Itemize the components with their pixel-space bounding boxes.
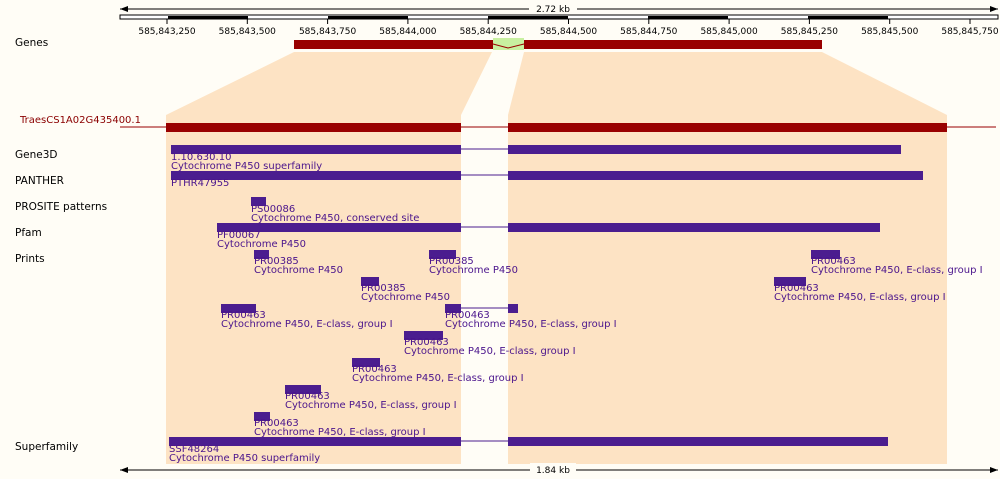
feature-bar-panther[interactable]: [508, 171, 923, 180]
track-label-prosite: PROSITE patterns: [15, 201, 107, 213]
track-label-prints: Prints: [15, 253, 45, 265]
feature-description: Cytochrome P450 superfamily: [169, 453, 320, 464]
ruler-tick-label: 585,843,500: [219, 27, 277, 37]
feature-id: PTHR47955: [171, 178, 229, 189]
bottom-scale-bar: 1.84 kb: [120, 463, 998, 476]
gene-exon-1[interactable]: [294, 40, 493, 49]
ruler-tick-label: 585,843,250: [138, 27, 196, 37]
feature-description: Cytochrome P450, E-class, group I: [811, 265, 983, 276]
ruler-tick-label: 585,843,750: [299, 27, 357, 37]
feature-description: Cytochrome P450, E-class, group I: [352, 373, 524, 384]
feature-bar-prints[interactable]: [508, 304, 518, 313]
feature-description: Cytochrome P450, conserved site: [251, 213, 419, 224]
feature-description: Cytochrome P450, E-class, group I: [774, 292, 946, 303]
feature-description: Cytochrome P450, E-class, group I: [221, 319, 393, 330]
feature-bar-pfam[interactable]: [508, 223, 880, 232]
transcript-exon-1[interactable]: [166, 123, 461, 132]
top-scale-label: 2.72 kb: [536, 5, 570, 15]
ruler-tick-label: 585,845,750: [941, 27, 999, 37]
feature-description: Cytochrome P450: [254, 265, 343, 276]
ruler-tick-label: 585,844,500: [540, 27, 598, 37]
bottom-scale-label: 1.84 kb: [536, 466, 570, 476]
ruler-tick-label: 585,844,250: [460, 27, 518, 37]
ruler-tick-label: 585,845,500: [861, 27, 919, 37]
feature-bar-gene3d[interactable]: [508, 145, 901, 154]
track-label-panther: PANTHER: [15, 175, 64, 187]
track-label-superfamily: Superfamily: [15, 441, 78, 453]
genome-browser-view: 2.72 kb 585,843,250 585,843,500 585,843,75…: [15, 2, 999, 476]
feature-bar-superfamily[interactable]: [508, 437, 888, 446]
track-label-pfam: Pfam: [15, 227, 42, 239]
feature-description: Cytochrome P450: [361, 292, 450, 303]
feature-description: Cytochrome P450: [217, 239, 306, 250]
ruler-tick-label: 585,845,000: [700, 27, 758, 37]
zoom-projection-right: [508, 52, 947, 464]
track-label-gene3d: Gene3D: [15, 149, 57, 161]
feature-description: Cytochrome P450: [429, 265, 518, 276]
feature-description: Cytochrome P450, E-class, group I: [404, 346, 576, 357]
feature-description: Cytochrome P450, E-class, group I: [285, 400, 457, 411]
top-scale-bar: 2.72 kb: [120, 2, 998, 15]
ruler-tick-label: 585,844,000: [379, 27, 437, 37]
feature-description: Cytochrome P450, E-class, group I: [254, 427, 426, 438]
transcript-exon-2[interactable]: [508, 123, 947, 132]
transcript-label[interactable]: TraesCS1A02G435400.1: [19, 115, 141, 126]
ruler-tick-label: 585,844,750: [620, 27, 678, 37]
ruler-tick-label: 585,845,250: [781, 27, 839, 37]
gene-exon-2[interactable]: [524, 40, 822, 49]
feature-description: Cytochrome P450, E-class, group I: [445, 319, 617, 330]
coordinate-ruler: 585,843,250 585,843,500 585,843,750 585,844…: [119, 14, 999, 37]
feature-description: Cytochrome P450 superfamily: [171, 161, 322, 172]
track-label-genes: Genes: [15, 37, 48, 49]
